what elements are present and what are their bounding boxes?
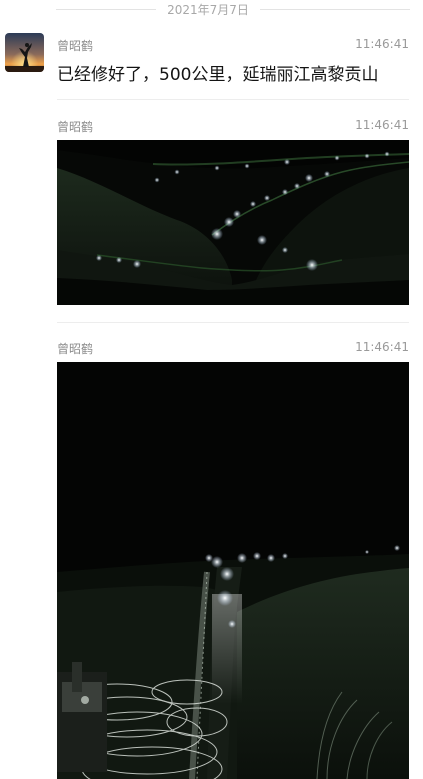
night-mountain-road-image: [57, 140, 409, 305]
message-separator-2: [57, 322, 409, 323]
message-3-photo-night-fence-road[interactable]: [57, 362, 409, 779]
message-3-sender: 曾昭鹤: [57, 342, 94, 356]
date-divider-line-left: [56, 9, 156, 10]
message-1-text[interactable]: 已经修好了，500公里，延瑞丽江高黎贡山: [57, 60, 378, 85]
message-1-time: 11:46:41: [355, 37, 409, 51]
night-fence-road-image: [57, 362, 409, 779]
message-2-time: 11:46:41: [355, 118, 409, 132]
message-1-sender: 曾昭鹤: [57, 39, 94, 53]
date-divider: 2021年7月7日: [0, 0, 423, 18]
avatar-sunset-silhouette-image: [5, 33, 44, 72]
date-divider-line-right: [260, 9, 410, 10]
message-2-photo-night-mountain-road[interactable]: [57, 140, 409, 305]
message-3-time: 11:46:41: [355, 340, 409, 354]
date-divider-text: 2021年7月7日: [167, 3, 249, 17]
sender-avatar[interactable]: [5, 33, 44, 72]
message-2-sender: 曾昭鹤: [57, 120, 94, 134]
message-separator-1: [57, 99, 409, 100]
